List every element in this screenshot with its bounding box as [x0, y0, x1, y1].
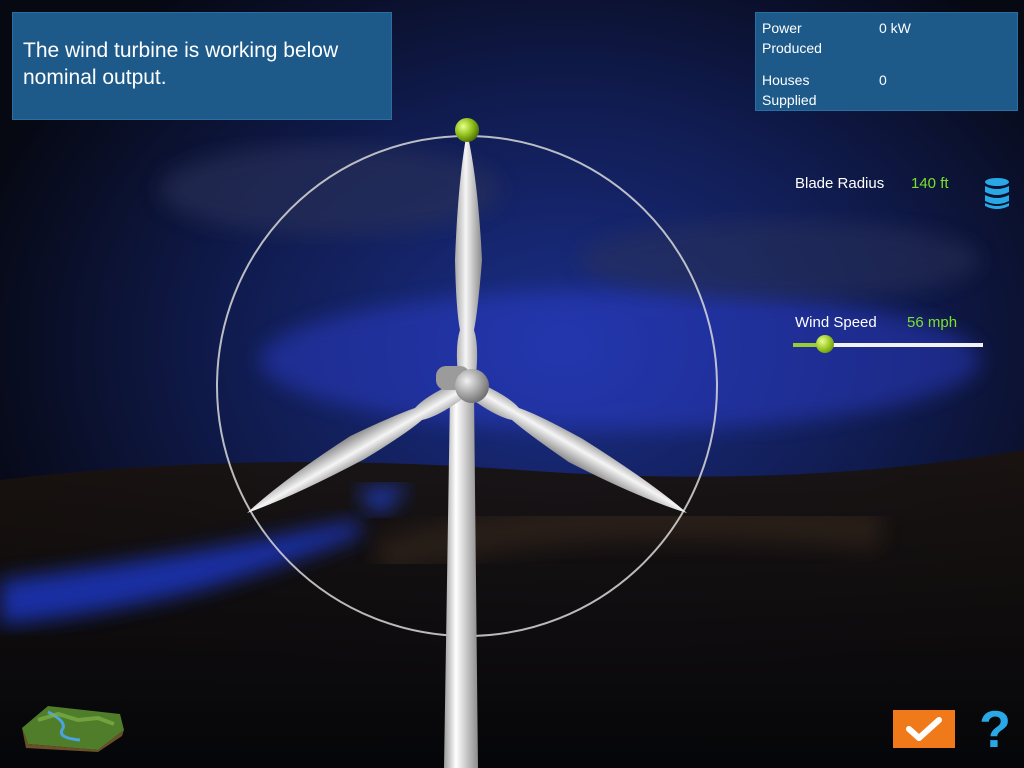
blade-radius-value: 140 ft [911, 175, 949, 192]
houses-supplied-label: Houses Supplied [762, 70, 852, 110]
question-mark-icon: ? [979, 701, 1011, 759]
help-button[interactable]: ? [972, 702, 1018, 758]
power-produced-label: Power Produced [762, 18, 852, 58]
houses-supplied-value: 0 [879, 70, 887, 90]
checkmark-icon [905, 716, 943, 742]
wind-speed-value: 56 mph [907, 314, 957, 331]
rotor-handle-icon[interactable] [455, 118, 479, 142]
wind-speed-slider[interactable] [793, 343, 983, 347]
blade-radius-label: Blade Radius [795, 175, 884, 192]
database-stack-icon[interactable] [983, 177, 1011, 211]
wind-speed-slider-thumb[interactable] [816, 335, 834, 353]
status-message: The wind turbine is working below nomina… [23, 39, 338, 89]
wind-speed-label: Wind Speed [795, 314, 877, 331]
stats-panel: Power Produced 0 kW Houses Supplied 0 [755, 12, 1018, 111]
terrain-map-icon[interactable] [18, 700, 128, 752]
confirm-button[interactable] [893, 710, 955, 748]
status-panel: The wind turbine is working below nomina… [12, 12, 392, 120]
power-produced-value: 0 kW [879, 18, 911, 38]
